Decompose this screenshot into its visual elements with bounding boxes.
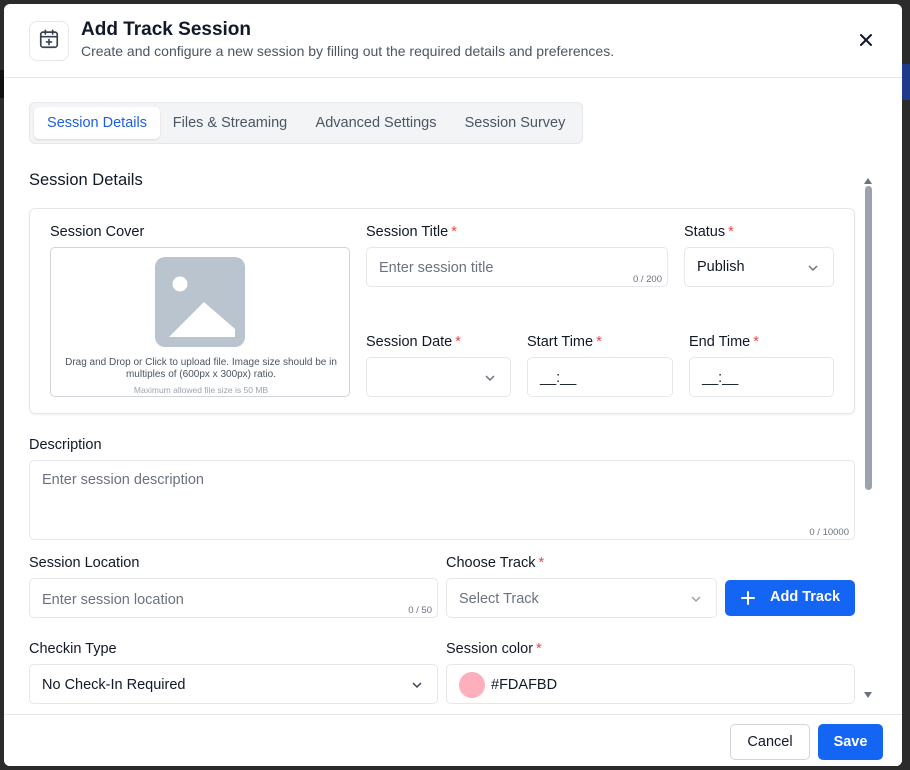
- add-track-label: Add Track: [770, 589, 841, 605]
- color-swatch[interactable]: [459, 672, 485, 698]
- chevron-down-icon: [690, 593, 702, 605]
- session-location-input[interactable]: Enter session location 0 / 50: [29, 578, 438, 618]
- end-time-value: __:__: [702, 370, 739, 386]
- session-date-select[interactable]: [366, 357, 511, 397]
- upload-help-text: Drag and Drop or Click to upload file. I…: [65, 357, 337, 380]
- cover-upload-dropzone[interactable]: Drag and Drop or Click to upload file. I…: [50, 247, 350, 397]
- checkin-type-label: Checkin Type: [29, 641, 117, 657]
- description-label: Description: [29, 437, 102, 453]
- choose-track-label: Choose Track *: [446, 555, 545, 571]
- status-select[interactable]: Publish: [684, 247, 834, 287]
- session-title-placeholder: Enter session title: [379, 260, 494, 276]
- session-cover-label: Session Cover: [50, 224, 145, 240]
- image-placeholder-icon: [155, 257, 245, 347]
- modal-header: Add Track Session Create and configure a…: [4, 4, 902, 78]
- close-button[interactable]: [854, 30, 878, 54]
- start-time-value: __:__: [540, 370, 577, 386]
- modal-title: Add Track Session: [81, 19, 252, 40]
- session-location-label: Session Location: [29, 555, 140, 571]
- modal-footer: Cancel Save: [4, 714, 902, 766]
- start-time-input[interactable]: __:__: [527, 357, 673, 397]
- upload-max-size: Maximum allowed file size is 50 MB: [133, 385, 269, 395]
- session-color-value: #FDAFBD: [491, 677, 558, 693]
- session-title-label: Session Title *: [366, 224, 457, 240]
- checkin-type-value: No Check-In Required: [42, 677, 186, 693]
- tab-advanced-settings[interactable]: Advanced Settings: [302, 107, 450, 139]
- end-time-label: End Time *: [689, 334, 759, 350]
- session-title-counter: 0 / 200: [632, 274, 662, 285]
- modal-subtitle: Create and configure a new session by fi…: [81, 43, 615, 59]
- close-icon: [859, 33, 873, 52]
- description-counter: 0 / 10000: [809, 527, 849, 538]
- tab-bar: Session Details Files & Streaming Advanc…: [29, 102, 583, 144]
- plus-icon: [741, 591, 755, 609]
- start-time-label: Start Time *: [527, 334, 602, 350]
- add-track-button[interactable]: Add Track: [725, 580, 855, 616]
- chevron-down-icon: [484, 372, 496, 384]
- add-track-session-modal: Add Track Session Create and configure a…: [4, 4, 902, 766]
- end-time-input[interactable]: __:__: [689, 357, 834, 397]
- track-placeholder: Select Track: [459, 591, 539, 607]
- chevron-down-icon: [411, 679, 423, 691]
- cancel-button[interactable]: Cancel: [730, 724, 810, 760]
- tab-files-streaming[interactable]: Files & Streaming: [164, 107, 296, 139]
- track-select[interactable]: Select Track: [446, 578, 717, 618]
- session-location-counter: 0 / 50: [408, 605, 432, 616]
- calendar-plus-icon: [38, 28, 60, 55]
- session-color-label: Session color *: [446, 641, 542, 657]
- description-placeholder: Enter session description: [42, 472, 204, 488]
- session-title-input[interactable]: Enter session title 0 / 200: [366, 247, 668, 287]
- description-textarea[interactable]: Enter session description 0 / 10000: [29, 460, 855, 540]
- scrollbar-thumb[interactable]: [865, 186, 872, 490]
- tab-session-survey[interactable]: Session Survey: [454, 107, 576, 139]
- scroll-down-icon[interactable]: [863, 686, 873, 704]
- header-icon-box: [29, 21, 69, 61]
- tab-session-details[interactable]: Session Details: [34, 107, 160, 139]
- save-button[interactable]: Save: [818, 724, 883, 760]
- content-scrollbar[interactable]: [862, 170, 874, 698]
- checkin-type-select[interactable]: No Check-In Required: [29, 664, 438, 704]
- chevron-down-icon: [807, 262, 819, 274]
- session-location-placeholder: Enter session location: [42, 592, 184, 608]
- session-color-picker[interactable]: #FDAFBD: [446, 664, 855, 704]
- section-title: Session Details: [29, 171, 143, 189]
- session-date-label: Session Date *: [366, 334, 461, 350]
- status-value: Publish: [697, 259, 745, 275]
- status-label: Status *: [684, 224, 734, 240]
